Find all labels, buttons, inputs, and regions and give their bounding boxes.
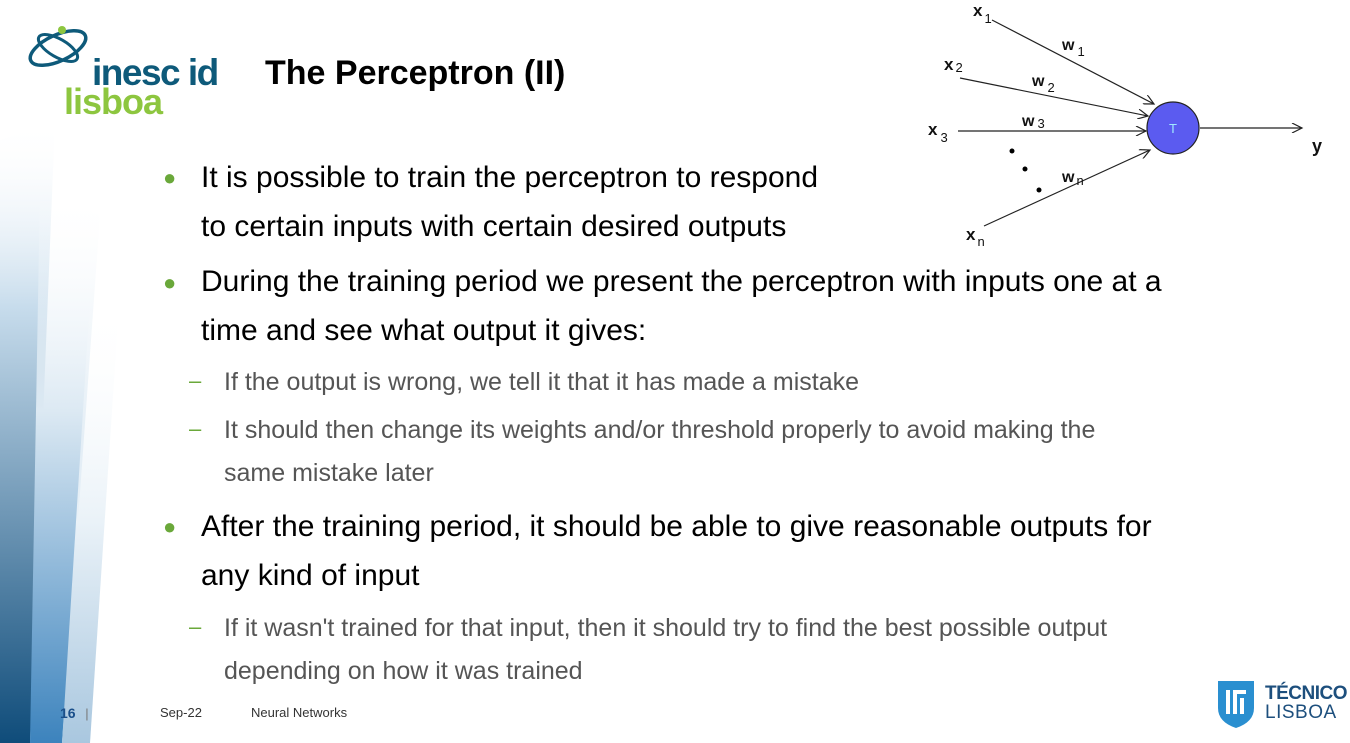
bullet-dot: ● bbox=[163, 270, 177, 295]
sub-bullet-dash: – bbox=[189, 368, 202, 393]
sub-bullet-text: same mistake later bbox=[224, 459, 434, 487]
bullet-text: time and see what output it gives: bbox=[201, 314, 647, 347]
bullet-text: During the training period we present th… bbox=[201, 265, 1162, 298]
bullet-text: After the training period, it should be … bbox=[201, 510, 1152, 543]
bullet-dot: ● bbox=[163, 165, 177, 190]
footer: 16 | bbox=[60, 705, 89, 721]
footer-topic: Neural Networks bbox=[251, 705, 348, 720]
bullet-text: It is possible to train the perceptron t… bbox=[201, 161, 819, 194]
sub-bullet-text: It should then change its weights and/or… bbox=[224, 416, 1096, 444]
sub-bullet-text: depending on how it was trained bbox=[224, 657, 583, 685]
sub-bullet-text: If it wasn't trained for that input, the… bbox=[224, 614, 1108, 642]
bullet-text: to certain inputs with certain desired o… bbox=[201, 210, 787, 243]
bullet-dot: ● bbox=[163, 514, 177, 539]
page-number: 16 bbox=[60, 705, 76, 721]
footer-separator: | bbox=[85, 706, 89, 721]
sub-bullet-dash: – bbox=[189, 614, 202, 639]
sub-bullet-dash: – bbox=[189, 416, 202, 441]
footer-date: Sep-22 bbox=[160, 705, 202, 720]
ist-shield-icon bbox=[1218, 681, 1254, 728]
content-bullets: ● It is possible to train the perceptron… bbox=[0, 0, 1350, 743]
bullet-text: any kind of input bbox=[201, 559, 420, 592]
lisboa-text: LISBOA bbox=[1265, 702, 1337, 723]
tecnico-lisboa-logo: TÉCNICO LISBOA bbox=[1215, 678, 1348, 733]
sub-bullet-text: If the output is wrong, we tell it that … bbox=[224, 368, 860, 396]
